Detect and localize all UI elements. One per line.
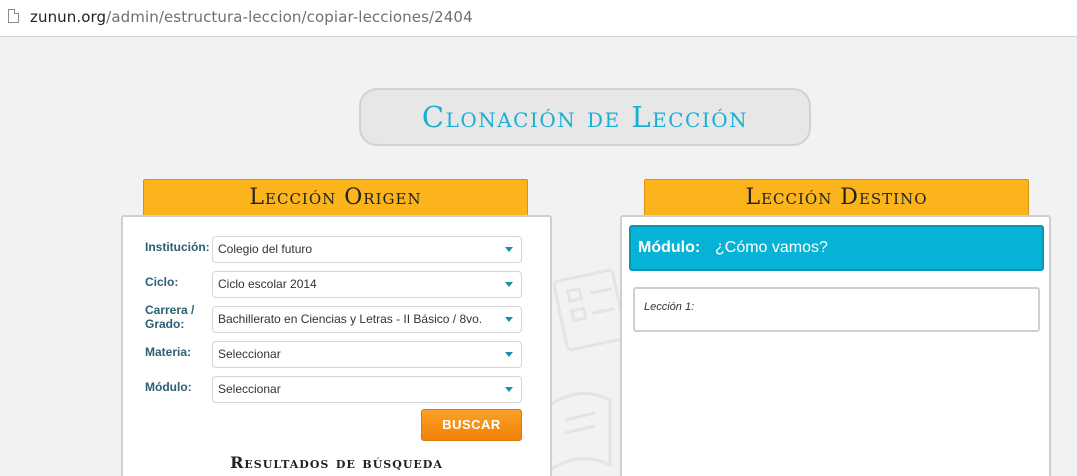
ciclo-select[interactable]: Ciclo escolar 2014 [212, 271, 522, 298]
lesson-label: Lección 1: [644, 301, 695, 313]
origin-panel-tab: Lección Origen [143, 179, 528, 216]
institucion-select[interactable]: Colegio del futuro [212, 236, 522, 263]
module-header[interactable]: Módulo: ¿Cómo vamos? [629, 225, 1044, 271]
url-text[interactable]: zunun.org/admin/estructura-leccion/copia… [30, 8, 473, 26]
destination-panel: Módulo: ¿Cómo vamos? Lección 1: [620, 215, 1051, 476]
url-host: zunun.org [30, 8, 107, 26]
origin-panel-title: Lección Origen [249, 185, 422, 210]
modulo-label: Módulo: [145, 380, 192, 394]
module-label: Módulo: [638, 239, 701, 256]
materia-select[interactable]: Seleccionar [212, 341, 522, 368]
page-title-pill: Clonación de Lección [359, 88, 811, 146]
ciclo-label: Ciclo: [145, 275, 179, 289]
page-title: Clonación de Lección [421, 100, 749, 134]
chevron-down-icon [505, 282, 513, 287]
ciclo-value: Ciclo escolar 2014 [218, 277, 317, 291]
chevron-down-icon [505, 352, 513, 357]
modulo-select[interactable]: Seleccionar [212, 376, 522, 403]
carrera-select[interactable]: Bachillerato en Ciencias y Letras - II B… [212, 306, 522, 333]
buscar-button[interactable]: BUSCAR [421, 409, 522, 441]
url-path: /admin/estructura-leccion/copiar-leccion… [106, 8, 473, 26]
page-icon [8, 9, 19, 23]
origin-panel: Institución: Colegio del futuro Ciclo: C… [121, 215, 552, 476]
chevron-down-icon [505, 247, 513, 252]
modulo-value: Seleccionar [218, 382, 281, 396]
materia-value: Seleccionar [218, 347, 281, 361]
chevron-down-icon [505, 387, 513, 392]
destination-panel-tab: Lección Destino [644, 179, 1029, 216]
lesson-drop-slot[interactable]: Lección 1: [633, 287, 1040, 332]
results-title: Resultados de búsqueda [230, 453, 443, 472]
institucion-value: Colegio del futuro [218, 242, 313, 256]
browser-url-bar[interactable]: zunun.org/admin/estructura-leccion/copia… [0, 0, 1077, 37]
carrera-value: Bachillerato en Ciencias y Letras - II B… [218, 312, 483, 326]
institucion-label: Institución: [145, 240, 210, 254]
carrera-label: Carrera / Grado: [145, 303, 195, 331]
module-name: ¿Cómo vamos? [715, 239, 828, 256]
materia-label: Materia: [145, 345, 192, 359]
destination-panel-title: Lección Destino [745, 185, 928, 210]
chevron-down-icon [505, 317, 513, 322]
